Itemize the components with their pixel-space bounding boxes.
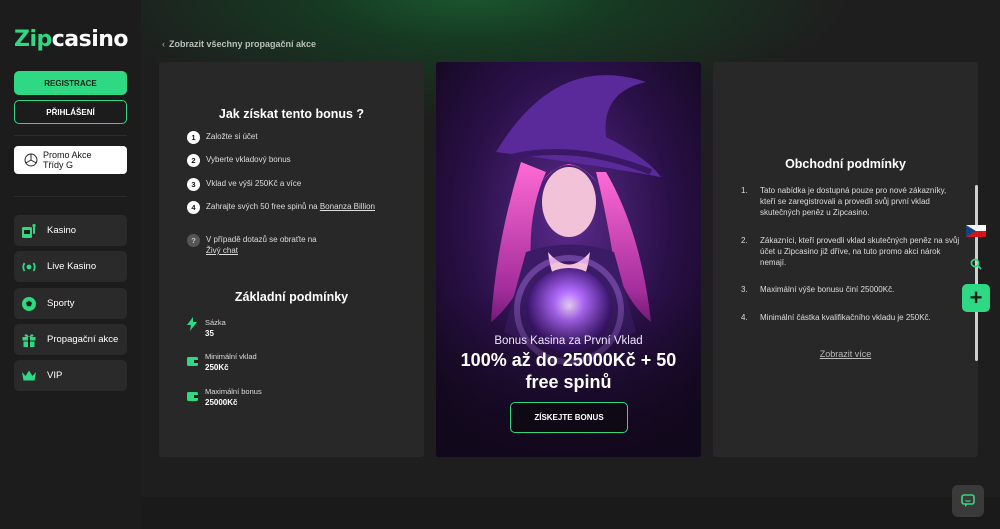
basic-conditions-title: Základní podmínky [234, 290, 349, 304]
back-to-promotions-link[interactable]: ‹ Zobrazit všechny propagační akce [162, 39, 316, 49]
promo-line-2: Třídy G [43, 160, 74, 170]
divider [14, 196, 127, 197]
chat-button[interactable] [952, 485, 984, 517]
help-note: ? V případě dotazů se obraťte na Živý chat [187, 234, 407, 256]
term-4: 4. Minimální částka kvalifikačního vkladu… [741, 313, 931, 322]
step-1: 1 Založte si účet [187, 131, 407, 144]
terms-title: Obchodní podmínky [785, 157, 906, 171]
casino-icon [20, 222, 38, 240]
promo-line-1: Promo Akce [43, 150, 92, 160]
add-button[interactable]: + [962, 284, 990, 312]
footer-strip [141, 497, 1000, 529]
gift-icon [20, 331, 38, 349]
term-2: 2. Zákazníci, kteří provedli vklad skuteč… [741, 236, 960, 267]
witch-illustration [436, 62, 701, 457]
live-chat-link[interactable]: Živý chat [206, 246, 238, 255]
scroll-rail[interactable] [975, 185, 978, 361]
sidebar-item-propagacni-akce[interactable]: Propagační akce [14, 324, 127, 355]
login-button[interactable]: PŘIHLÁŠENÍ [14, 100, 127, 124]
term-1: 1. Tato nabídka je dostupná pouze pro nov… [741, 186, 947, 217]
football-icon [20, 295, 38, 313]
term-3: 3. Maximální výše bonusu činí 25000Kč. [741, 285, 895, 294]
search-icon[interactable] [970, 258, 982, 270]
condition-max-bonus: Maximální bonus 25000Kč [187, 386, 262, 409]
crown-icon [20, 367, 38, 385]
show-more-link[interactable]: Zobrazit více [713, 349, 978, 359]
get-bonus-button[interactable]: ZÍSKEJTE BONUS [510, 402, 628, 433]
bonus-info-card: Jak získat tento bonus ? 1 Založte si úče… [159, 62, 424, 457]
zipcasino-logo[interactable]: Zipcasino [14, 27, 129, 53]
how-to-title: Jak získat tento bonus ? [218, 107, 365, 121]
bolt-icon [187, 317, 199, 340]
divider [14, 135, 127, 136]
wallet-icon [187, 386, 199, 409]
chevron-left-icon: ‹ [162, 39, 165, 49]
sidebar-item-live-kasino[interactable]: Live Kasino [14, 251, 127, 282]
promo-g-class-button[interactable]: Promo Akce Třídy G [14, 146, 127, 174]
condition-min-deposit: Minimální vklad 250Kč [187, 351, 257, 374]
step-3: 3 Vklad ve výši 250Kč a více [187, 178, 407, 191]
step-4: 4 Zahrajte svých 50 free spinů na Bonanza… [187, 201, 407, 214]
live-icon [20, 258, 38, 276]
hero-subtitle: Bonus Kasina za První Vklad [494, 335, 643, 347]
register-button[interactable]: REGISTRACE [14, 71, 127, 95]
chat-icon [961, 494, 975, 507]
sidebar-item-vip[interactable]: VIP [14, 360, 127, 391]
terms-card: Obchodní podmínky 1. Tato nabídka je dost… [713, 62, 978, 457]
step-2: 2 Vyberte vkladový bonus [187, 154, 407, 167]
sidebar: Zipcasino REGISTRACE PŘIHLÁŠENÍ Promo Ak… [0, 0, 141, 529]
sidebar-item-sporty[interactable]: Sporty [14, 288, 127, 319]
hero-title: 100% až do 25000Kč + 50 free spinů [460, 350, 677, 392]
bonus-hero-card: Bonus Kasina za První Vklad 100% až do 2… [436, 62, 701, 457]
condition-wager: Sázka 35 [187, 317, 226, 340]
bonanza-billion-link[interactable]: Bonanza Billion [320, 202, 375, 211]
czech-flag-icon[interactable] [966, 225, 986, 237]
sidebar-item-kasino[interactable]: Kasino [14, 215, 127, 246]
mercedes-icon [24, 153, 38, 167]
wallet-icon [187, 351, 199, 374]
